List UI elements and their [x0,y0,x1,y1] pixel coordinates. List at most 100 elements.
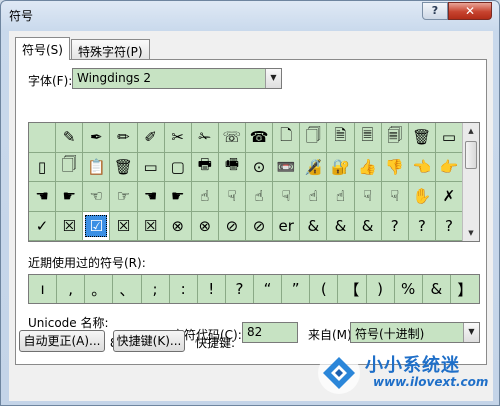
recent-symbol-cell[interactable]: % [395,275,423,303]
symbol-cell[interactable]: ☟ [381,182,409,212]
symbol-cell[interactable]: ✎ [56,123,84,153]
help-button[interactable]: ? [422,2,448,20]
symbol-cell[interactable]: ☝ [327,182,355,212]
symbol-cell[interactable]: ? [381,211,409,241]
character-code-input[interactable]: 82 [242,322,298,343]
symbol-glyph: ☟ [227,187,237,206]
symbol-cell[interactable]: ⊗ [164,211,192,241]
symbol-cell[interactable]: & [327,211,355,241]
scroll-thumb[interactable] [465,141,477,169]
symbol-cell[interactable]: 🔏 [300,152,328,182]
recent-symbol-cell[interactable]: 。 [85,275,114,303]
symbol-cell[interactable]: ⊘ [218,211,246,241]
symbol-cell[interactable]: ☚ [29,182,57,212]
recent-symbol-cell[interactable]: , [57,275,86,303]
recent-symbol-cell[interactable]: 【 [338,275,367,303]
scroll-down-icon[interactable]: ▼ [463,225,479,241]
symbol-cell[interactable]: ☟ [354,182,382,212]
font-select[interactable]: Wingdings 2 ▼ [72,68,282,89]
symbol-cell[interactable]: ? [435,211,463,241]
symbol-cell[interactable]: & [354,211,382,241]
symbol-cell[interactable]: 📼 [273,152,301,182]
symbol-cell[interactable]: 📋 [83,152,111,182]
symbol-cell[interactable]: ▯ [29,152,57,182]
symbol-cell[interactable]: 🗍 [300,123,328,153]
symbol-cell[interactable]: ▭ [137,152,165,182]
symbol-cell[interactable]: ☒ [110,211,138,241]
tab-special-characters[interactable]: 特殊字符(P) [71,39,150,60]
recent-symbol-cell[interactable]: “ [254,275,283,303]
symbol-grid-scrollbar[interactable]: ▲ ▼ [462,123,479,241]
symbol-cell[interactable]: ✓ [29,211,57,241]
symbol-cell[interactable]: ✋ [408,182,436,212]
symbol-cell[interactable]: 👉 [435,152,463,182]
symbol-cell[interactable]: ✁ [191,123,219,153]
symbol-cell-selected[interactable]: ☑ [83,211,111,241]
chevron-down-icon[interactable]: ▼ [265,69,281,88]
close-button[interactable]: ✕ [448,2,492,20]
symbol-cell[interactable]: ☒ [137,211,165,241]
symbol-cell[interactable]: ☚ [137,182,165,212]
symbol-cell[interactable]: ⊗ [191,211,219,241]
symbol-cell[interactable]: ☏ [218,123,246,153]
symbol-cell[interactable]: ☝ [246,182,274,212]
symbol-cell[interactable]: ☜ [83,182,111,212]
recent-symbol-cell[interactable]: ; [142,275,170,303]
symbol-cell[interactable]: 🗑 [408,123,436,153]
symbol-cell[interactable]: ⊙ [246,152,274,182]
symbol-cell[interactable]: ☎ [246,123,274,153]
recent-symbol-cell[interactable]: ı [29,275,58,303]
chevron-down-icon[interactable]: ▼ [463,323,479,342]
symbol-cell[interactable]: ☟ [273,182,301,212]
symbol-cell[interactable]: ✒ [83,123,111,153]
symbol-cell[interactable]: 🗐 [381,123,409,153]
symbol-cell[interactable]: ✂ [164,123,192,153]
symbol-dialog-window: 符号 ? ✕ 符号(S) 特殊字符(P) 字体(F): Wingdings 2 … [0,0,500,406]
scroll-up-icon[interactable]: ▲ [463,123,479,139]
recent-symbol-cell[interactable]: ? [226,275,254,303]
symbol-cell[interactable]: ☛ [56,182,84,212]
recent-symbol-cell[interactable]: ! [198,275,226,303]
symbol-cell[interactable]: ✏ [110,123,138,153]
symbol-cell[interactable]: 🔐 [327,152,355,182]
symbol-glyph: ☚ [35,187,49,206]
symbol-cell[interactable]: ☒ [56,211,84,241]
recent-symbol-cell[interactable]: & [423,275,451,303]
symbol-cell[interactable]: 🗑 [110,152,138,182]
recent-symbol-cell[interactable]: 、 [113,275,142,303]
symbol-cell[interactable]: 👍 [354,152,382,182]
symbol-cell[interactable]: ☝ [191,182,219,212]
symbol-cell[interactable]: ⊘ [246,211,274,241]
shortcut-key-button[interactable]: 快捷键(K)... [113,330,185,352]
symbol-cell[interactable]: ☞ [110,182,138,212]
symbol-cell[interactable]: ☝ [300,182,328,212]
symbol-glyph: ☞ [116,187,131,206]
symbol-cell[interactable]: er [273,211,301,241]
symbol-cell[interactable]: 👎 [381,152,409,182]
recent-symbol-cell[interactable]: : [170,275,198,303]
autocorrect-button[interactable]: 自动更正(A)... [19,330,105,352]
symbol-cell[interactable]: 🗎 [327,123,355,153]
from-select[interactable]: 符号(十进制) ▼ [350,322,480,343]
recent-symbol-cell[interactable]: ” [282,275,311,303]
recent-symbol-cell[interactable]: ) [367,275,395,303]
symbol-cell[interactable]: ▢ [164,152,192,182]
recent-symbol-cell[interactable]: ( [310,275,339,303]
symbol-cell[interactable]: ✗ [435,182,463,212]
symbol-cell[interactable]: ☟ [218,182,246,212]
symbol-cell[interactable]: 🗋 [273,123,301,153]
symbol-cell[interactable]: 🖶 [191,152,219,182]
symbol-cell[interactable]: 🗍 [56,152,84,182]
symbol-cell[interactable]: ? [408,211,436,241]
symbol-cell[interactable] [29,123,57,153]
tab-symbols[interactable]: 符号(S) [15,37,70,60]
symbol-cell[interactable]: ☛ [164,182,192,212]
symbol-cell[interactable]: 👈 [408,152,436,182]
symbol-cell[interactable]: & [300,211,328,241]
recent-symbol-cell[interactable]: 】 [451,275,479,303]
symbol-cell[interactable]: 🖷 [218,152,246,182]
symbol-cell[interactable]: ✐ [137,123,165,153]
symbol-glyph: 📼 [276,157,296,176]
symbol-cell[interactable]: 🗏 [354,123,382,153]
symbol-cell[interactable]: ▭ [435,123,463,153]
